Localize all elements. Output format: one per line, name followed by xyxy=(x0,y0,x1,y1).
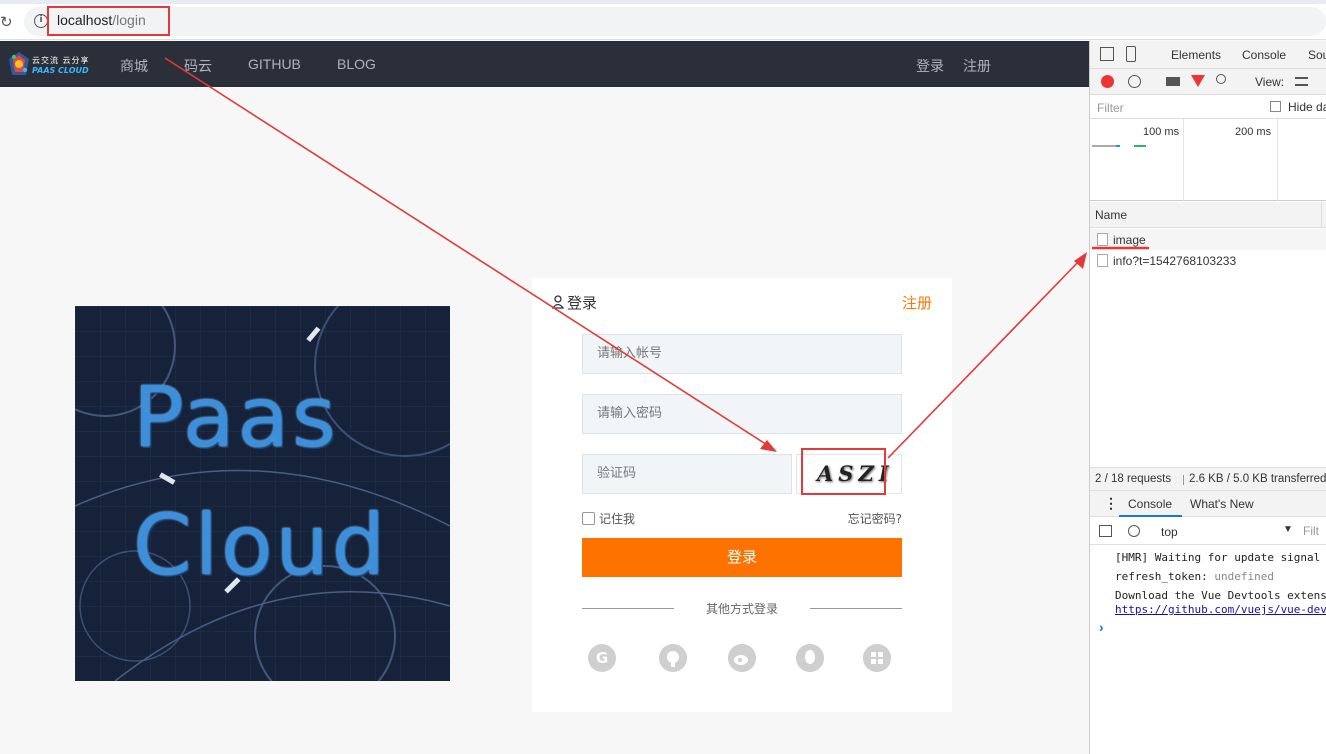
nav-link-gitee[interactable]: 码云 xyxy=(184,56,212,76)
console-log-token: refresh_token: undefined xyxy=(1115,570,1274,583)
camera-icon[interactable] xyxy=(1166,77,1180,86)
timeline-bar-2 xyxy=(1116,145,1120,147)
sidebar-toggle-icon[interactable] xyxy=(1099,525,1112,537)
gitee-icon[interactable]: G xyxy=(588,644,616,672)
column-divider xyxy=(1321,202,1322,228)
login-button[interactable]: 登录 xyxy=(582,538,902,577)
captcha-input[interactable]: 验证码 xyxy=(582,454,792,494)
filter-bar: Filter Hide da xyxy=(1090,95,1326,119)
drawer-menu-icon[interactable]: ⋮ xyxy=(1104,495,1118,512)
account-input[interactable]: 请输入帐号 xyxy=(582,334,902,374)
hero-line-2: Cloud xyxy=(133,496,388,594)
tab-elements[interactable]: Elements xyxy=(1171,48,1221,62)
remember-me-checkbox[interactable]: 记住我 xyxy=(582,510,635,527)
drawer-tab-console[interactable]: Console xyxy=(1128,497,1172,511)
login-card: 登录 注册 请输入帐号 请输入密码 验证码 ASZI 记住我 忘记密码? 登录 … xyxy=(532,278,952,712)
captcha-highlight-box xyxy=(801,448,886,495)
console-log-token-key: refresh_token: xyxy=(1115,570,1208,583)
logo-mark-icon xyxy=(9,52,29,75)
clear-icon[interactable] xyxy=(1128,75,1141,88)
remember-me-label: 记住我 xyxy=(599,512,636,526)
info-icon[interactable]: i xyxy=(34,14,48,28)
tab-console[interactable]: Console xyxy=(1242,48,1286,62)
drawer-tab-whats-new[interactable]: What's New xyxy=(1190,497,1254,511)
console-log-token-value: undefined xyxy=(1214,570,1274,583)
timeline-grid-1 xyxy=(1183,119,1184,201)
request-row-image[interactable]: image xyxy=(1090,229,1326,250)
devtools-tabbar: Elements Console Sou xyxy=(1090,41,1326,69)
url-highlight-box xyxy=(47,6,170,36)
screenshot-root: ↻ i localhost/login 云交流 云分享 PAAS CLOUD 商… xyxy=(0,0,1326,754)
user-icon xyxy=(552,295,564,309)
file-icon xyxy=(1097,233,1108,246)
hide-data-label: Hide da xyxy=(1288,100,1326,114)
network-status-bar: 2 / 18 requests 2.6 KB / 5.0 KB transfer… xyxy=(1090,467,1326,491)
console-log-devtools: Download the Vue Devtools extens xyxy=(1115,589,1326,602)
inspect-icon[interactable] xyxy=(1100,47,1114,61)
weibo-icon[interactable] xyxy=(728,644,756,672)
context-selector[interactable]: top xyxy=(1161,525,1178,539)
tab-strip-edge xyxy=(0,0,1326,4)
timeline-label-200: 200 ms xyxy=(1235,126,1272,138)
list-view-icon[interactable] xyxy=(1295,77,1308,86)
status-divider xyxy=(1183,475,1184,485)
request-row-info[interactable]: info?t=1542768103233 xyxy=(1090,250,1326,271)
hero-image: Paas Cloud xyxy=(75,306,450,681)
hero-background-icon xyxy=(75,306,450,681)
nav-link-mall[interactable]: 商城 xyxy=(120,56,148,76)
console-prompt-icon[interactable]: › xyxy=(1099,619,1104,635)
console-toolbar: top ▼ Filt xyxy=(1090,517,1326,545)
site-logo[interactable]: 云交流 云分享 PAAS CLOUD xyxy=(8,49,104,81)
nav-login-link[interactable]: 登录 xyxy=(916,56,944,76)
transfer-size: 2.6 KB / 5.0 KB transferred xyxy=(1189,473,1326,485)
address-bar[interactable] xyxy=(24,7,1326,36)
login-page-body: Paas Cloud 登录 注册 请输入帐号 请输入密码 验证码 ASZI 记住… xyxy=(0,87,1089,754)
register-link[interactable]: 注册 xyxy=(902,292,932,313)
request-name: info?t=1542768103233 xyxy=(1113,254,1237,268)
checkbox-icon xyxy=(582,512,595,525)
timeline-bar-3 xyxy=(1134,145,1146,147)
console-log-link[interactable]: https://github.com/vuejs/vue-dev xyxy=(1115,603,1326,616)
forgot-password-link[interactable]: 忘记密码? xyxy=(848,510,902,527)
qq-icon[interactable] xyxy=(796,644,824,672)
record-icon[interactable] xyxy=(1101,75,1114,88)
view-label: View: xyxy=(1255,75,1285,89)
request-name: image xyxy=(1113,233,1146,247)
timeline-label-100: 100 ms xyxy=(1143,126,1180,138)
github-icon[interactable] xyxy=(659,644,687,672)
device-toggle-icon[interactable] xyxy=(1126,46,1136,62)
site-navbar: 云交流 云分享 PAAS CLOUD 商城 码云 GITHUB BLOG 登录 … xyxy=(0,41,1089,87)
search-icon[interactable] xyxy=(1216,74,1226,84)
drawer-tabbar: ⋮ Console What's New xyxy=(1090,491,1326,517)
timeline-bar-1 xyxy=(1092,145,1118,147)
logo-slogan: 云交流 云分享 xyxy=(32,56,90,65)
timeline-grid-2 xyxy=(1277,119,1278,201)
network-table-header: Name xyxy=(1090,202,1326,228)
filter-icon[interactable] xyxy=(1191,75,1205,87)
nav-link-blog[interactable]: BLOG xyxy=(337,56,376,72)
browser-toolbar: ↻ i localhost/login xyxy=(0,0,1326,40)
network-toolbar: View: xyxy=(1090,69,1326,95)
windows-icon[interactable] xyxy=(863,644,891,672)
request-count: 2 / 18 requests xyxy=(1095,473,1172,485)
login-title: 登录 xyxy=(567,294,598,312)
tab-sources[interactable]: Sou xyxy=(1308,48,1326,62)
logo-brand: PAAS CLOUD xyxy=(32,66,89,75)
password-input[interactable]: 请输入密码 xyxy=(582,394,902,434)
nav-link-github[interactable]: GITHUB xyxy=(248,56,301,72)
file-icon xyxy=(1097,254,1108,267)
nav-register-link[interactable]: 注册 xyxy=(963,56,991,76)
devtools-panel: Elements Console Sou View: Filter Hide d… xyxy=(1089,41,1326,754)
chevron-down-icon[interactable]: ▼ xyxy=(1283,524,1293,535)
hero-line-1: Paas xyxy=(133,368,339,466)
hide-checkbox[interactable] xyxy=(1270,101,1281,112)
filter-input[interactable]: Filter xyxy=(1097,101,1124,115)
name-column-header[interactable]: Name xyxy=(1095,208,1127,222)
console-filter-input[interactable]: Filt xyxy=(1303,524,1319,538)
divider-right xyxy=(810,608,902,609)
clear-console-icon[interactable] xyxy=(1128,525,1140,537)
network-timeline: 100 ms 200 ms xyxy=(1090,119,1326,201)
console-log-hmr: [HMR] Waiting for update signal xyxy=(1115,551,1321,564)
reload-icon[interactable]: ↻ xyxy=(0,13,13,31)
